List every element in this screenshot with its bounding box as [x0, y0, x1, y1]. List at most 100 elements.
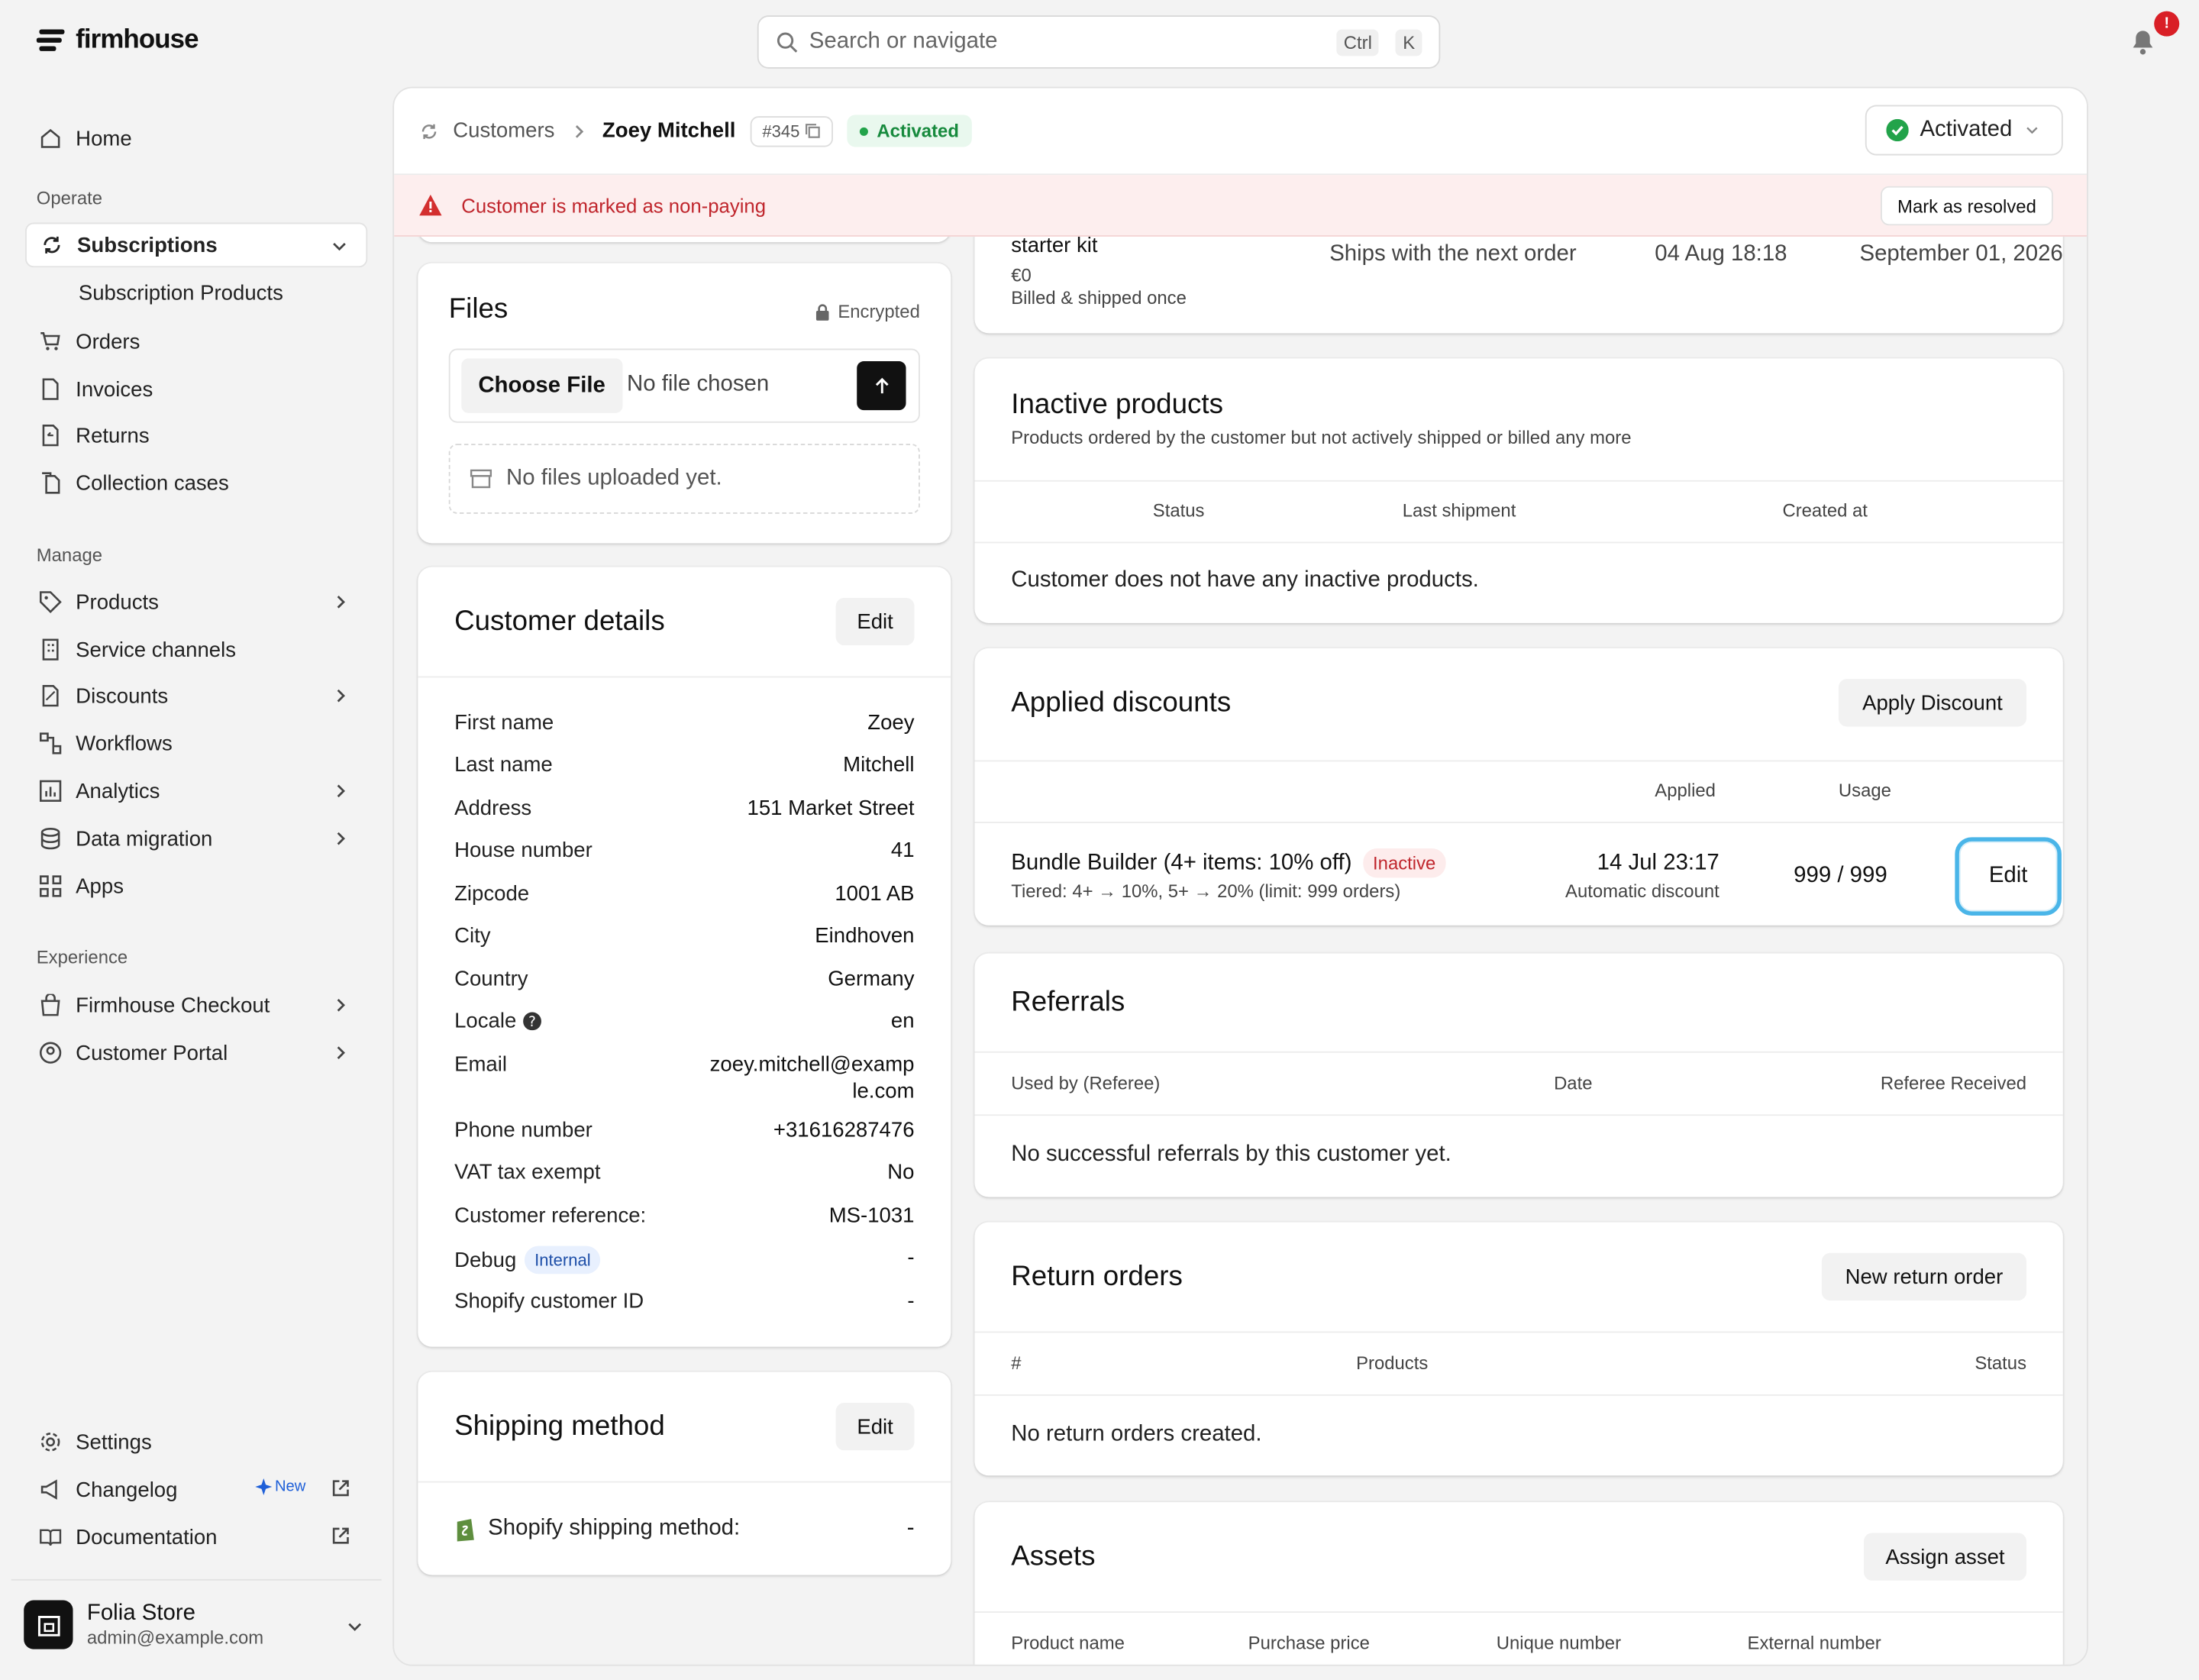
last-name-value: Mitchell	[843, 753, 915, 777]
mark-as-resolved-button[interactable]: Mark as resolved	[1881, 186, 2053, 226]
search-input[interactable]: Search or navigate Ctrl K	[757, 15, 1441, 69]
col-external-number: External number	[1747, 1632, 1881, 1654]
notifications-button[interactable]: !	[2129, 11, 2180, 57]
assign-asset-button[interactable]: Assign asset	[1863, 1533, 2027, 1581]
divider	[974, 1114, 2063, 1116]
first-name-label: First name	[454, 711, 554, 735]
edit-customer-details-button[interactable]: Edit	[835, 597, 915, 646]
store-name: Folia Store	[86, 1601, 195, 1626]
col-last-shipment: Last shipment	[1402, 499, 1516, 521]
sidebar-item-apps[interactable]: Apps	[25, 864, 367, 909]
store-email: admin@example.com	[86, 1627, 264, 1648]
discount-details: Tiered: 4+ → 10%, 5+ → 20% (limit: 999 o…	[1011, 880, 1401, 902]
address-value: 151 Market Street	[747, 796, 915, 821]
sidebar-label: Firmhouse Checkout	[76, 993, 270, 1017]
new-return-order-button[interactable]: New return order	[1821, 1252, 2027, 1301]
svg-text:?: ?	[529, 1014, 537, 1030]
apply-discount-button[interactable]: Apply Discount	[1838, 679, 2027, 727]
sidebar-label: Home	[76, 126, 132, 151]
shopify-shipping-label: Shopify shipping method:	[454, 1516, 740, 1542]
discount-applied-date: 14 Jul 23:17	[1597, 851, 1719, 875]
user-circle-icon	[39, 1042, 62, 1064]
vat-value: No	[887, 1160, 915, 1184]
sidebar-label: Workflows	[76, 731, 173, 756]
brand-logo[interactable]: firmhouse	[36, 24, 199, 56]
chevron-right-icon	[337, 999, 345, 1012]
email-value-line-1: zoey.mitchell@examp	[709, 1052, 915, 1077]
nav-section-experience: Experience	[36, 946, 128, 968]
sparkle-icon	[255, 1478, 273, 1495]
file-input[interactable]: Choose File No file chosen	[448, 348, 920, 423]
chart-icon	[39, 780, 62, 802]
sidebar-item-data-migration[interactable]: Data migration	[25, 816, 367, 861]
inactive-products-empty: Customer does not have any inactive prod…	[1011, 568, 1479, 593]
inactive-badge: Inactive	[1363, 848, 1446, 878]
divider	[418, 676, 951, 678]
chevron-right-icon	[337, 784, 345, 798]
sidebar-item-products[interactable]: Products	[25, 580, 367, 625]
divider	[974, 1611, 2063, 1613]
col-purchase-price: Purchase price	[1248, 1632, 1370, 1654]
status-dropdown[interactable]: Activated	[1865, 105, 2063, 156]
inactive-products-subtitle: Products ordered by the customer but not…	[1011, 427, 1632, 448]
sidebar-item-collection-cases[interactable]: Collection cases	[25, 460, 367, 506]
edit-discount-button[interactable]: Edit	[1955, 837, 2062, 916]
apps-icon	[39, 875, 62, 897]
sidebar-label: Collection cases	[76, 470, 229, 496]
sidebar-item-analytics[interactable]: Analytics	[25, 768, 367, 813]
shipping-method-title: Shipping method	[454, 1410, 665, 1443]
house-number-label: House number	[454, 838, 593, 863]
encrypted-label: Encrypted	[815, 301, 920, 322]
sidebar-item-settings[interactable]: Settings	[25, 1420, 367, 1465]
vat-label: VAT tax exempt	[454, 1160, 601, 1184]
sidebar-item-returns[interactable]: Returns	[25, 413, 367, 458]
brand-name: firmhouse	[76, 24, 199, 55]
sidebar-item-subscriptions[interactable]: Subscriptions	[25, 222, 368, 268]
divider	[974, 760, 2063, 762]
address-label: Address	[454, 796, 532, 821]
sidebar-label: Documentation	[76, 1525, 218, 1549]
files-card: Files Encrypted Choose File No file chos…	[418, 263, 951, 544]
discount-row: Bundle Builder (4+ items: 10% off) Inact…	[1011, 848, 1446, 878]
chevron-right-icon	[337, 1046, 345, 1059]
sidebar-item-customer-portal[interactable]: Customer Portal	[25, 1030, 367, 1075]
customer-id-tag[interactable]: #345	[749, 115, 834, 147]
edit-shipping-method-button[interactable]: Edit	[835, 1402, 915, 1451]
house-number-value: 41	[890, 838, 915, 863]
store-icon	[37, 1615, 60, 1636]
lock-icon	[816, 303, 830, 320]
col-usage: Usage	[1838, 780, 1891, 801]
sidebar-item-documentation[interactable]: Documentation	[25, 1515, 367, 1560]
starter-kit-name: starter kit	[1011, 234, 1098, 258]
email-label: Email	[454, 1052, 507, 1077]
sidebar-item-home[interactable]: Home	[25, 116, 367, 161]
sidebar-item-subscription-products[interactable]: Subscription Products	[25, 270, 367, 315]
sidebar-item-firmhouse-checkout[interactable]: Firmhouse Checkout	[25, 983, 367, 1028]
sidebar-item-workflows[interactable]: Workflows	[25, 721, 367, 766]
sidebar-item-changelog[interactable]: Changelog New	[25, 1467, 367, 1512]
starter-kit-billing: Billed & shipped once	[1011, 286, 1187, 309]
choose-file-button[interactable]: Choose File	[461, 358, 622, 413]
help-icon[interactable]: ?	[523, 1012, 542, 1031]
warning-icon	[419, 194, 442, 216]
return-document-icon	[42, 425, 59, 447]
notification-badge: !	[2154, 11, 2180, 37]
status-dropdown-label: Activated	[1920, 117, 2013, 142]
inactive-products-card: Inactive products Products ordered by th…	[974, 358, 2063, 623]
main-panel: Files Encrypted Choose File No file chos…	[392, 86, 2088, 1666]
store-switcher[interactable]: Folia Store admin@example.com	[11, 1578, 382, 1669]
sidebar-item-invoices[interactable]: Invoices	[25, 367, 367, 412]
shipping-method-card: Shipping method Edit Shopify shipping me…	[418, 1371, 951, 1575]
reference-value: MS-1031	[828, 1203, 915, 1228]
return-orders-title: Return orders	[1011, 1261, 1183, 1293]
home-icon	[40, 128, 60, 148]
sidebar-item-service-channels[interactable]: Service channels	[25, 627, 367, 672]
sidebar-label: Apps	[76, 874, 124, 899]
sidebar-item-discounts[interactable]: Discounts	[25, 674, 367, 719]
sidebar-item-orders[interactable]: Orders	[25, 319, 367, 364]
breadcrumb-customers[interactable]: Customers	[453, 119, 554, 143]
search-placeholder: Search or navigate	[809, 29, 998, 53]
upload-button[interactable]	[857, 360, 906, 411]
status-dot	[860, 126, 869, 135]
last-name-label: Last name	[454, 753, 553, 777]
